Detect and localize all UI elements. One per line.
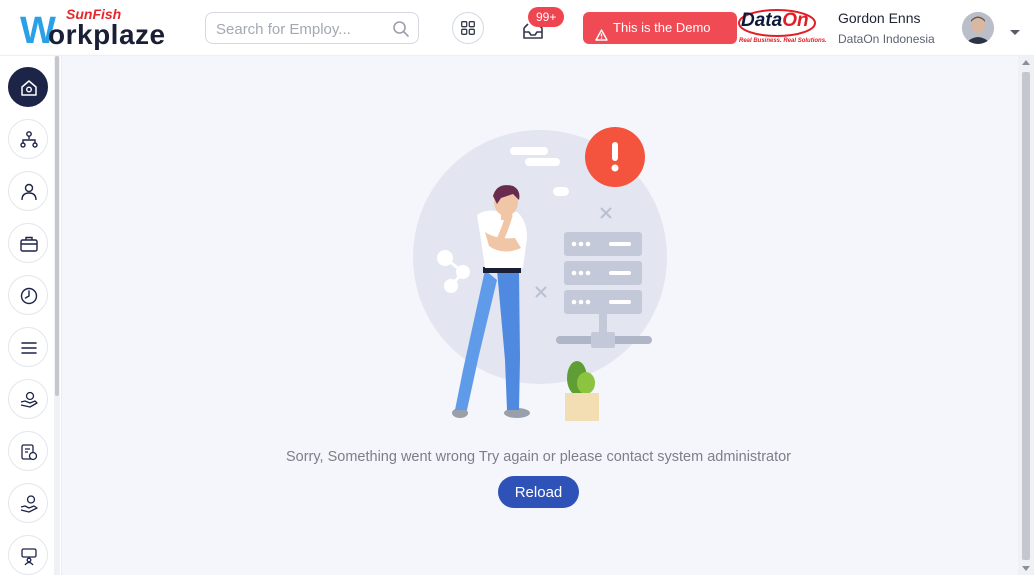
grid-icon [461,21,475,35]
user-name[interactable]: Gordon Enns [838,10,921,26]
sidebar-item-training[interactable] [8,535,48,575]
warning-icon [595,21,608,53]
demo-banner-button[interactable]: This is the Demo [583,12,737,44]
sidebar-scrollbar[interactable] [54,56,60,575]
briefcase-icon [20,236,38,252]
dataon-logo-name-accent: On [782,10,809,31]
sidebar-item-attendance[interactable] [8,275,48,315]
sidebar-item-jobs[interactable] [8,223,48,263]
clock-icon [20,287,38,305]
home-icon [21,80,37,96]
user-company: DataOn Indonesia [838,32,935,46]
dataon-logo: DataOn Real Business. Real Solutions. [737,8,827,50]
org-chart-icon [20,131,38,148]
sidebar-item-benefits[interactable] [8,483,48,523]
sidebar-item-employee[interactable] [8,171,48,211]
avatar[interactable] [962,12,994,44]
main-scrollbar-thumb[interactable] [1022,72,1030,560]
sidebar [0,56,62,575]
hand-money-icon [20,391,38,408]
workplaze-logo[interactable]: SunFish W orkplaze [20,6,180,50]
logo-workplaze-text: orkplaze [48,19,166,50]
main-scrollbar[interactable] [1018,56,1034,575]
dataon-logo-tagline: Real Business. Real Solutions. [739,38,827,44]
sidebar-item-menu[interactable] [8,327,48,367]
search-icon[interactable] [392,20,410,38]
reload-button[interactable]: Reload [498,476,579,508]
person-icon [21,183,37,201]
sidebar-item-payroll[interactable] [8,431,48,471]
dataon-logo-wordmark: DataOn [741,10,809,32]
presenter-icon [21,548,37,566]
search-input[interactable] [216,19,386,39]
sidebar-item-reimbursement[interactable] [8,379,48,419]
dataon-logo-name-main: Data [741,10,783,31]
user-menu-chevron-down-icon[interactable] [1009,24,1021,42]
scroll-up-arrow-icon[interactable] [1022,60,1030,65]
apps-grid-button[interactable] [452,12,484,44]
notification-badge: 99+ [528,7,565,27]
error-message: Sorry, Something went wrong Try again or… [285,449,792,465]
scroll-down-arrow-icon[interactable] [1022,566,1030,571]
sidebar-item-organization[interactable] [8,119,48,159]
document-money-icon [21,444,38,461]
demo-banner-label: This is the Demo [613,20,711,35]
sidebar-item-home[interactable] [8,67,48,107]
error-illustration [405,120,675,430]
sidebar-scrollbar-thumb[interactable] [55,56,59,396]
top-bar: SunFish W orkplaze 99+ This is the Demo [0,0,1034,56]
menu-icon [21,342,37,354]
search-box[interactable] [205,12,419,44]
hand-coin-icon [20,495,38,513]
